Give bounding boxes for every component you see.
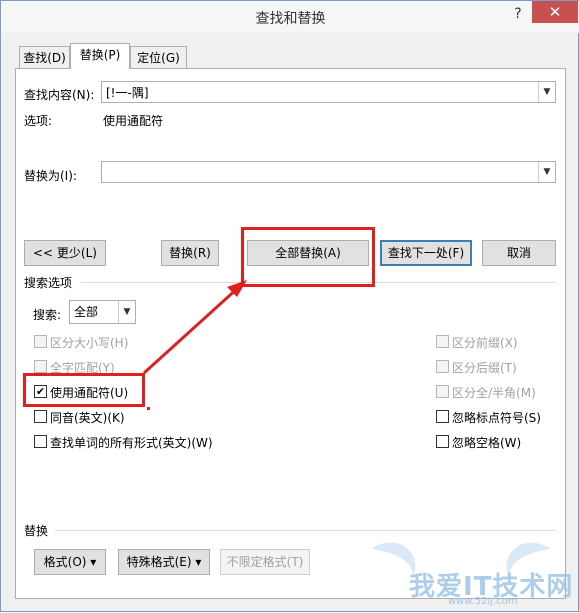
find-replace-dialog: 查找和替换 ? ✕ 查找(D) 替换(P) 定位(G) 查找内容(N): [!一… — [0, 0, 579, 612]
watermark-url: www.52ij.com — [448, 596, 518, 607]
annotation-arrow — [142, 280, 247, 410]
tab-replace[interactable]: 替换(P) — [70, 43, 130, 69]
